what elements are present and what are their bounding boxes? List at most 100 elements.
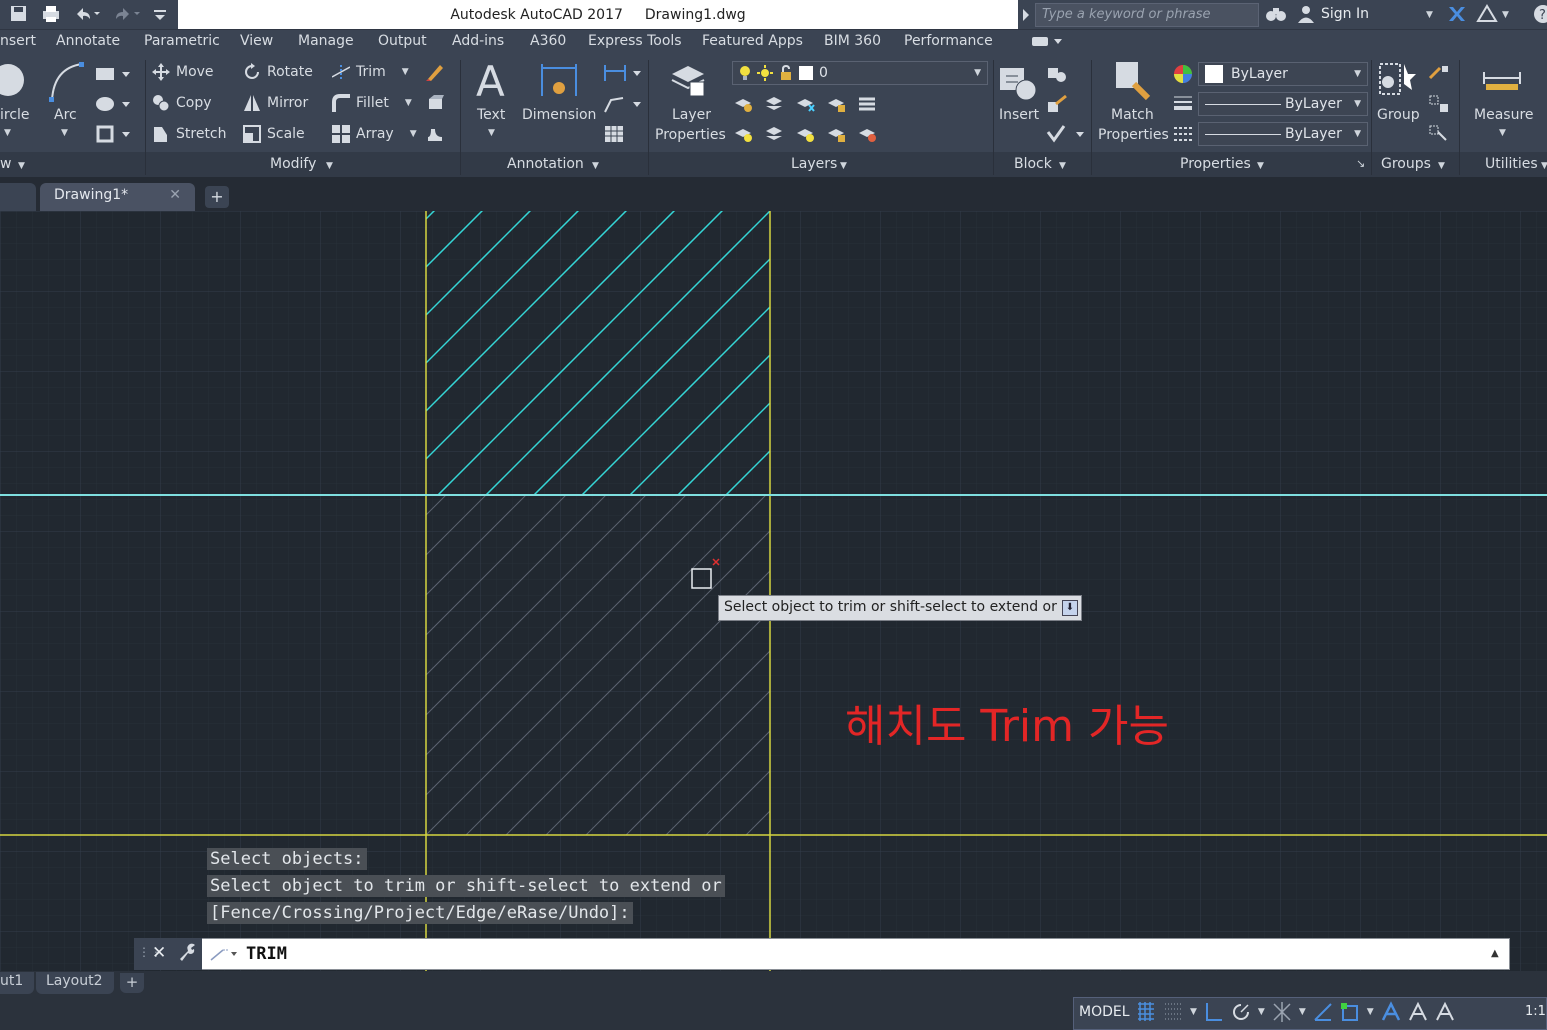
snap-dropdown-icon[interactable]: ▼ (1190, 1007, 1197, 1017)
layer-properties-button[interactable] (668, 60, 708, 100)
layer-dropdown[interactable]: 0 ▼ (732, 61, 988, 85)
group-button[interactable] (1378, 60, 1418, 100)
properties-panel-dropdown-icon[interactable]: ▼ (1257, 161, 1264, 171)
close-command-line-icon[interactable]: ✕ (152, 943, 166, 963)
layers-panel-dropdown-icon[interactable]: ▼ (840, 161, 847, 171)
panel-draw-title[interactable]: w (0, 156, 11, 172)
measure-button[interactable] (1482, 66, 1522, 96)
array-button[interactable]: Array ▼ (332, 125, 417, 143)
lineweight-icon[interactable] (1173, 94, 1193, 114)
panel-groups-title[interactable]: Groups (1381, 156, 1431, 172)
layer-on-icon[interactable] (733, 125, 753, 143)
erase-button[interactable] (426, 63, 444, 81)
offset-button[interactable] (426, 125, 444, 143)
explode-button[interactable] (426, 94, 444, 112)
tab-a360[interactable]: A360 (530, 33, 566, 49)
stretch-button[interactable]: Stretch (152, 125, 227, 143)
snap-mode-icon[interactable] (1163, 1000, 1183, 1024)
move-button[interactable]: Move (152, 63, 214, 81)
measure-dropdown-icon[interactable]: ▼ (1499, 128, 1506, 138)
tab-output[interactable]: Output (378, 33, 427, 49)
command-input[interactable]: TRIM (246, 944, 287, 964)
tab-add-ins[interactable]: Add-ins (452, 33, 504, 49)
tab-annotate[interactable]: Annotate (56, 33, 120, 49)
annotation-scale-value[interactable]: 1:1 (1525, 1004, 1546, 1019)
copy-button[interactable]: Copy (152, 94, 212, 112)
layer-unlock-icon[interactable] (826, 125, 846, 143)
sign-in-button[interactable]: Sign In (1321, 6, 1369, 22)
hatch-button[interactable] (95, 94, 131, 114)
user-icon[interactable] (1296, 4, 1316, 24)
print-icon[interactable] (40, 4, 62, 24)
mirror-button[interactable]: Mirror (243, 94, 308, 112)
layer-walk-icon[interactable] (857, 125, 877, 143)
object-snap-tracking-icon[interactable] (1313, 1000, 1333, 1024)
properties-dialog-launcher-icon[interactable]: ↘ (1356, 157, 1365, 170)
polar-tracking-icon[interactable] (1231, 1000, 1251, 1024)
panel-utilities-title[interactable]: Utilities (1485, 156, 1538, 172)
linetype-icon[interactable] (1173, 124, 1193, 144)
insert-button[interactable] (998, 62, 1038, 102)
recent-commands-icon[interactable] (209, 946, 239, 962)
leader-button[interactable] (603, 94, 643, 114)
object-snap-icon[interactable] (1340, 1000, 1360, 1024)
polar-dropdown-icon[interactable]: ▼ (1258, 1007, 1265, 1017)
ortho-mode-icon[interactable] (1204, 1000, 1224, 1024)
arc-button[interactable] (46, 60, 86, 104)
tab-manage[interactable]: Manage (298, 33, 354, 49)
tab-featured-apps[interactable]: Featured Apps (702, 33, 803, 49)
search-input[interactable]: Type a keyword or phrase (1035, 3, 1259, 27)
rotate-button[interactable]: Rotate (243, 63, 313, 81)
draw-panel-dropdown-icon[interactable]: ▼ (18, 161, 25, 171)
start-tab[interactable] (0, 183, 36, 211)
layer-match-icon[interactable] (764, 125, 784, 143)
autodesk-a360-icon[interactable] (1476, 4, 1498, 24)
fillet-dropdown-icon[interactable]: ▼ (405, 98, 412, 108)
groups-panel-dropdown-icon[interactable]: ▼ (1438, 161, 1445, 171)
array-dropdown-icon[interactable]: ▼ (410, 129, 417, 139)
fillet-button[interactable]: Fillet ▼ (332, 94, 412, 112)
text-dropdown-icon[interactable]: ▼ (488, 128, 495, 138)
layer-stack-icon[interactable] (857, 95, 877, 113)
customize-wrench-icon[interactable] (177, 942, 197, 962)
command-line[interactable] (134, 938, 1510, 970)
command-history-up-icon[interactable]: ▲ (1491, 948, 1499, 959)
tab-parametric[interactable]: Parametric (144, 33, 220, 49)
modify-panel-dropdown-icon[interactable]: ▼ (326, 161, 333, 171)
tab-layout1[interactable]: ut1 (0, 972, 34, 994)
layer-off-icon[interactable] (733, 95, 753, 113)
isometric-dropdown-icon[interactable]: ▼ (1299, 1007, 1306, 1017)
dimension-button[interactable] (540, 60, 578, 100)
a360-dropdown-icon[interactable]: ▼ (1502, 10, 1509, 20)
layer-thaw-icon[interactable] (795, 125, 815, 143)
redo-icon[interactable] (112, 4, 142, 24)
panel-annotation-title[interactable]: Annotation (507, 156, 584, 172)
edit-block-button[interactable] (1046, 94, 1068, 114)
table-button[interactable] (603, 124, 625, 144)
annotation-scale-icon[interactable] (1435, 1000, 1455, 1024)
trim-button[interactable]: Trim ▼ (332, 63, 409, 81)
block-panel-dropdown-icon[interactable]: ▼ (1059, 161, 1066, 171)
group-edit-button[interactable] (1428, 94, 1450, 114)
scale-button[interactable]: Scale (243, 125, 305, 143)
color-dropdown[interactable]: ByLayer ▼ (1198, 62, 1368, 86)
tab-bim-360[interactable]: BIM 360 (824, 33, 881, 49)
arc-dropdown-icon[interactable]: ▼ (61, 128, 68, 138)
block-attributes-button[interactable] (1046, 124, 1086, 144)
group-select-button[interactable] (1428, 124, 1450, 144)
new-tab-plus-icon[interactable]: + (205, 186, 229, 208)
exchange-apps-icon[interactable] (1447, 4, 1467, 24)
tab-view[interactable]: View (240, 33, 273, 49)
layer-freeze-icon[interactable] (795, 95, 815, 113)
search-expand-icon[interactable] (1022, 8, 1030, 22)
model-space-button[interactable]: MODEL (1079, 1004, 1130, 1020)
tab-drawing1[interactable]: Drawing1* ✕ (40, 183, 195, 211)
customize-dropdown-icon[interactable] (152, 4, 168, 24)
help-icon[interactable]: ? (1533, 4, 1547, 24)
trim-dropdown-icon[interactable]: ▼ (402, 67, 409, 77)
rectangle-button[interactable] (95, 64, 131, 84)
match-properties-button[interactable] (1112, 60, 1152, 102)
circle-button[interactable] (0, 62, 30, 102)
tab-performance[interactable]: Performance (904, 33, 993, 49)
isometric-drafting-icon[interactable] (1272, 1000, 1292, 1024)
